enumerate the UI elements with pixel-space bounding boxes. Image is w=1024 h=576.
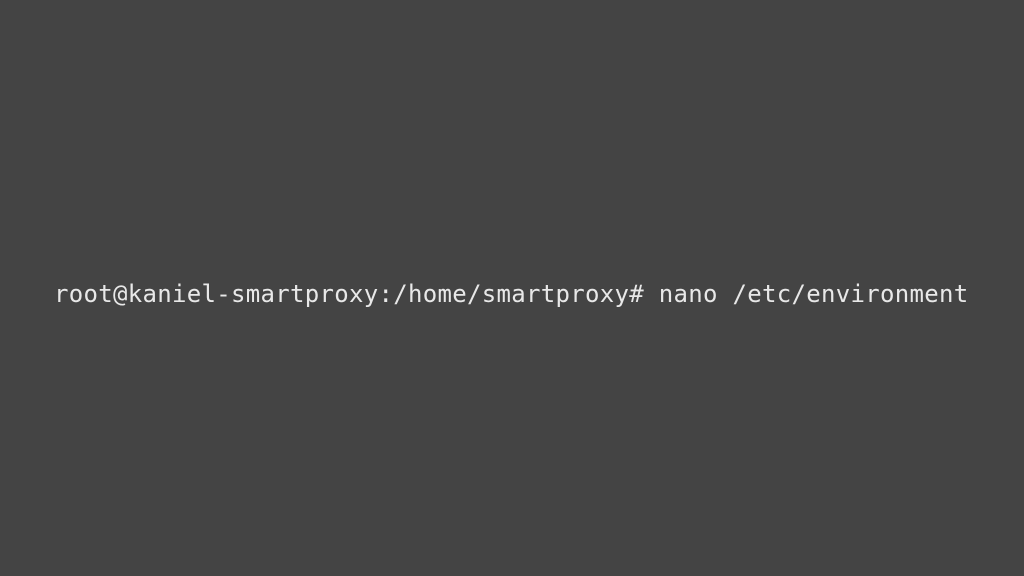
shell-command: nano /etc/environment	[659, 280, 969, 308]
shell-prompt: root@kaniel-smartproxy:/home/smartproxy#	[54, 280, 659, 308]
terminal-line[interactable]: root@kaniel-smartproxy:/home/smartproxy#…	[54, 280, 968, 308]
